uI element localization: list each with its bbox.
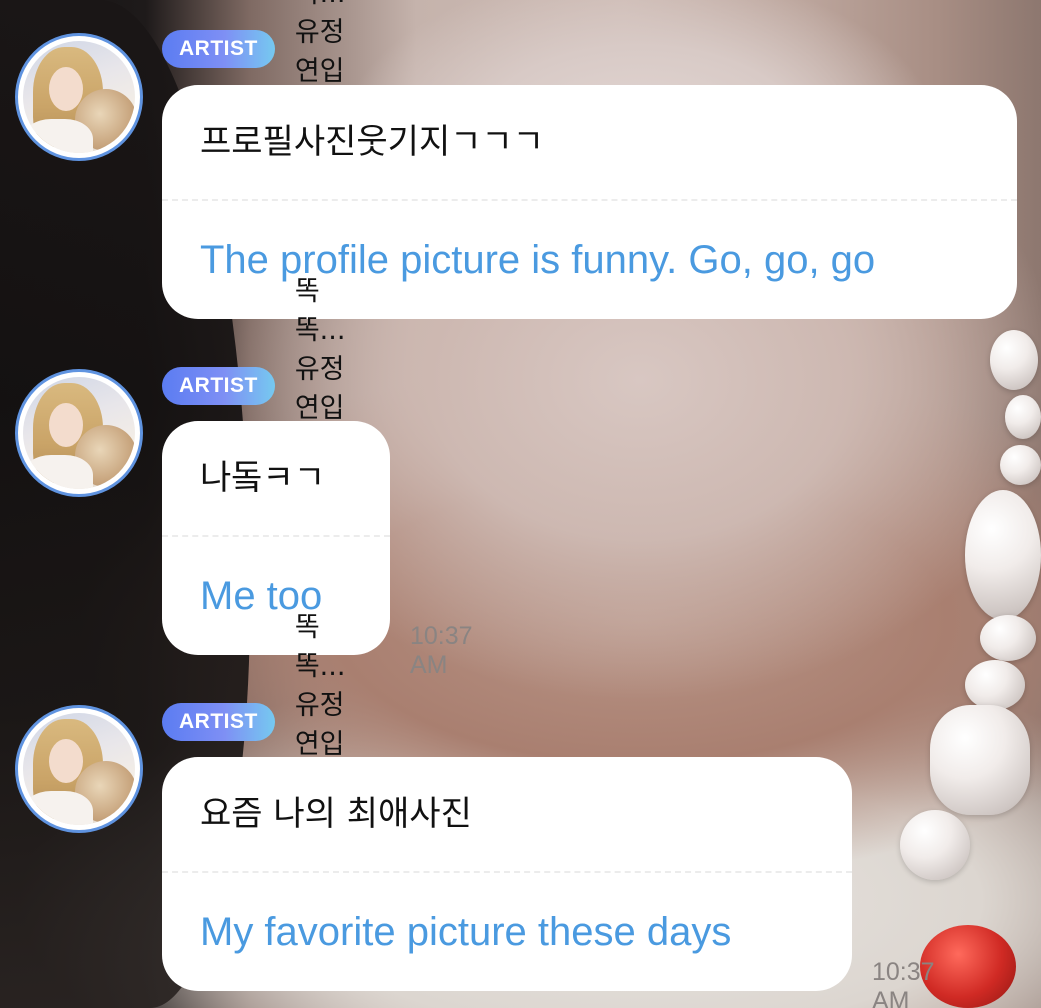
avatar-image (23, 713, 135, 825)
avatar-image (23, 377, 135, 489)
message-bubble[interactable]: 요즘 나의 최애사진 My favorite picture these day… (162, 757, 852, 991)
message-timestamp: 10:37 AM (872, 958, 935, 1008)
message-header: ARTIST 똑똑...유정연입니다만.. (162, 0, 345, 165)
original-text: 프로필사진웃기지ㄱㄱㄱ (200, 122, 545, 162)
avatar[interactable] (15, 369, 143, 497)
original-text: 나돜ㅋㄱ (200, 458, 326, 498)
message-header: ARTIST 똑똑...유정연입니다만.. (162, 276, 345, 502)
artist-badge: ARTIST (162, 30, 275, 68)
avatar[interactable] (15, 705, 143, 833)
translation-text: My favorite picture these days (200, 910, 732, 954)
original-text: 요즘 나의 최애사진 (200, 794, 472, 834)
artist-badge: ARTIST (162, 703, 275, 741)
avatar[interactable] (15, 33, 143, 161)
message-bubble[interactable]: 나돜ㅋㄱ Me too (162, 421, 390, 655)
message-header: ARTIST 똑똑...유정연입니다만.. (162, 612, 345, 838)
artist-badge: ARTIST (162, 367, 275, 405)
message-bubble[interactable]: 프로필사진웃기지ㄱㄱㄱ The profile picture is funny… (162, 85, 1017, 319)
avatar-image (23, 41, 135, 153)
message-timestamp: 10:37 AM (410, 622, 473, 679)
